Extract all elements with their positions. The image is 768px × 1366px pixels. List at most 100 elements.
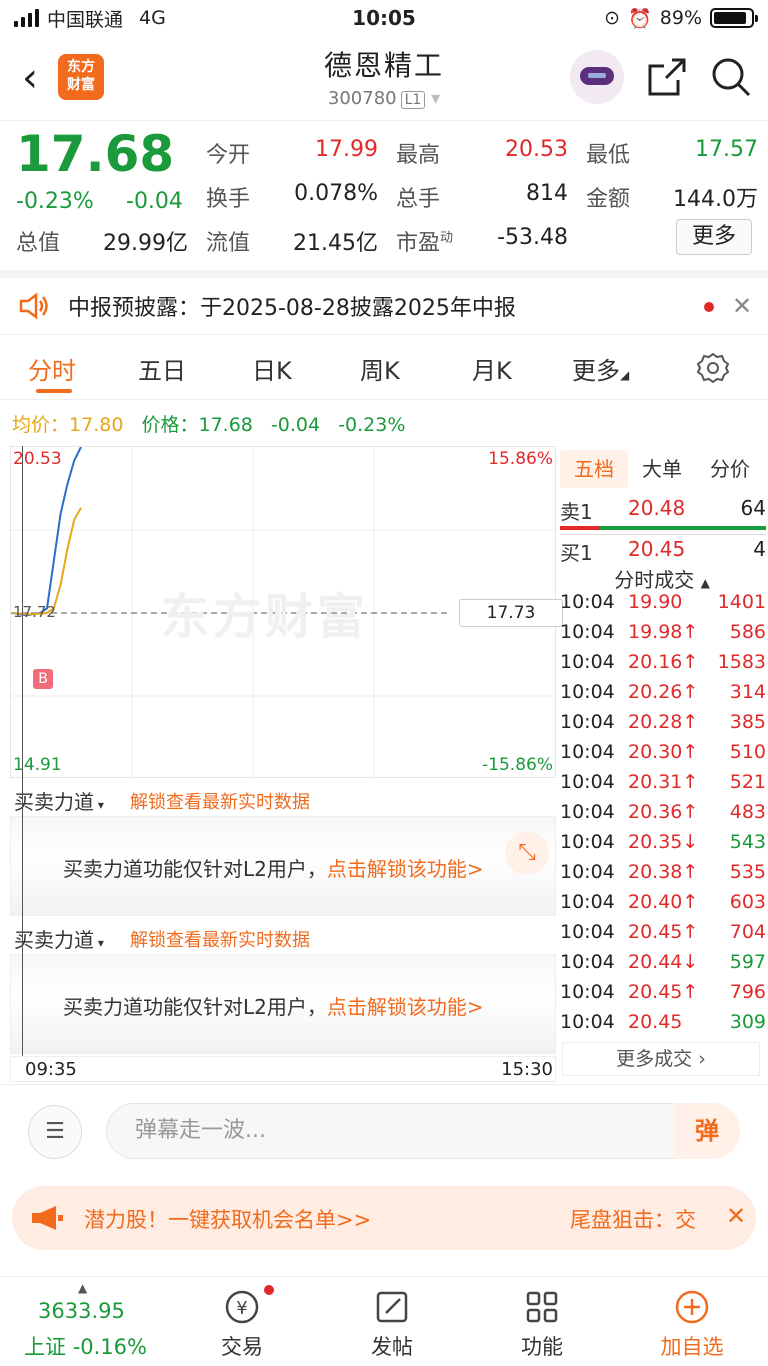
trade-row: 10:04 20.45↑ 796 (560, 981, 766, 1011)
power-panel-2: 买卖力道功能仅针对L2用户，点击解锁该功能> (10, 954, 556, 1054)
trade-volume: 385 (729, 711, 766, 733)
turnover-label: 换手 (206, 187, 251, 212)
unread-dot (704, 302, 714, 312)
time-axis: 09:35 15:30 (10, 1056, 556, 1082)
trade-time: 10:04 (560, 741, 615, 763)
total-value: 29.99亿 (103, 231, 188, 256)
trade-row: 10:04 20.30↑ 510 (560, 741, 766, 771)
pe-value: -53.48 (497, 225, 568, 250)
tab-price-dist[interactable]: 分价 (696, 450, 764, 488)
unlock-link[interactable]: 解锁查看最新实时数据 (130, 788, 310, 814)
index-up-arrow: ▲ (78, 1281, 88, 1295)
high-label: 最高 (396, 143, 441, 168)
tab-monthly-k[interactable]: 月K (472, 351, 512, 386)
trades-header[interactable]: 分时成交 ▲ (556, 564, 768, 593)
panel-tabs: 五档 大单 分价 (560, 450, 764, 488)
chart-period-tabs: 分时 五日 日K 周K 月K 更多◢ (0, 334, 768, 400)
pe-label: 市盈动 (396, 230, 454, 256)
trade-volume: 535 (729, 861, 766, 883)
volume-label: 总手 (396, 187, 441, 212)
trade-price: 20.45↑ (628, 921, 699, 943)
power-panel: 买卖力道功能仅针对L2用户，点击解锁该功能> ⤡ (10, 816, 556, 916)
assistant-robot-icon[interactable] (570, 50, 624, 104)
buy-marker[interactable]: B (33, 669, 53, 689)
cur-chg: -0.04 (270, 414, 321, 436)
trade-price: 20.16↑ (628, 651, 699, 673)
tab-five-day[interactable]: 五日 (138, 351, 186, 386)
avg-price: 17.80 (69, 414, 124, 436)
last-price: 17.68 (16, 125, 175, 183)
trade-volume: 603 (729, 891, 766, 913)
unlock-link-2[interactable]: 解锁查看最新实时数据 (130, 926, 310, 952)
trade-price: 20.26↑ (628, 681, 699, 703)
trade-row: 10:04 20.45↑ 704 (560, 921, 766, 951)
trade-row: 10:04 20.28↑ 385 (560, 711, 766, 741)
nav-post[interactable]: 发帖 (342, 1287, 442, 1361)
quote-panel: 17.68 -0.23% -0.04 总值 29.99亿 今开 17.99 最高… (0, 120, 768, 268)
watermark: 东方财富 (161, 589, 370, 645)
chevron-down-icon: ▾ (431, 88, 441, 109)
trade-volume: 1583 (717, 651, 766, 673)
trade-time: 10:04 (560, 771, 615, 793)
report-notice[interactable]: 中报预披露：于2025-08-28披露2025年中报 ✕ (0, 270, 768, 334)
trade-price: 20.44↓ (628, 951, 699, 973)
tab-five-levels[interactable]: 五档 (560, 450, 628, 488)
trade-price: 20.36↑ (628, 801, 699, 823)
unlock-feature-link[interactable]: 点击解锁该功能> (327, 857, 484, 881)
unlock-feature-link-2[interactable]: 点击解锁该功能> (327, 995, 484, 1019)
nav-add-watchlist[interactable]: 加自选 (642, 1287, 742, 1361)
promo-banner[interactable]: 潜力股！一键获取机会名单>> 尾盘狙击：交 ✕ (12, 1186, 756, 1250)
trade-volume: 1401 (717, 591, 766, 613)
stock-header: ‹ 东方 财富 德恩精工 300780 L1 ▾ (0, 36, 768, 118)
power-label[interactable]: 买卖力道 ▾ (14, 786, 104, 815)
search-icon[interactable] (710, 56, 752, 98)
share-icon[interactable] (646, 56, 688, 98)
trade-volume: 510 (729, 741, 766, 763)
tab-more[interactable]: 更多◢ (572, 351, 629, 386)
active-tab-indicator (36, 389, 72, 393)
bottom-nav: ▲ 3633.95 上证 -0.16% ¥ 交易 发帖 功能 加自选 (0, 1276, 768, 1366)
tab-big-orders[interactable]: 大单 (628, 450, 696, 488)
tab-intraday[interactable]: 分时 (28, 351, 76, 386)
danmaku-send-button[interactable]: 弹 (674, 1103, 740, 1159)
trade-volume: 597 (729, 951, 766, 973)
y-high-pct: 15.86% (488, 449, 553, 469)
tab-daily-k[interactable]: 日K (252, 351, 292, 386)
trade-price: 20.45↑ (628, 981, 699, 1003)
avg-price-line (12, 507, 82, 616)
trade-volume: 796 (729, 981, 766, 1003)
float-value-label: 流值 (206, 231, 251, 256)
danmaku-input[interactable]: 弹幕走一波... (106, 1103, 740, 1159)
settings-gear-icon[interactable] (696, 351, 730, 385)
trade-row: 10:04 20.36↑ 483 (560, 801, 766, 831)
power-label-2[interactable]: 买卖力道 ▾ (14, 924, 104, 953)
battery-icon (710, 8, 758, 28)
intraday-chart[interactable]: 东方财富 20.53 15.86% 14.91 -15.86% 17.72 17… (10, 446, 563, 779)
promo-close-icon[interactable]: ✕ (726, 1202, 746, 1230)
more-quote-button[interactable]: 更多 (676, 219, 752, 255)
level-badge: L1 (400, 91, 426, 109)
trade-price: 19.98↑ (628, 621, 699, 643)
ref-price-label: 17.72 (13, 603, 56, 621)
expand-icon[interactable]: ⤡ (505, 831, 549, 875)
promo-text-2: 尾盘狙击：交 (570, 1208, 696, 1232)
nav-functions[interactable]: 功能 (492, 1287, 592, 1361)
trade-volume: 704 (729, 921, 766, 943)
start-time: 09:35 (25, 1059, 77, 1080)
crosshair-line (22, 446, 23, 1056)
more-trades-button[interactable]: 更多成交 › (562, 1042, 760, 1076)
power-message: 买卖力道功能仅针对L2用户，点击解锁该功能> (63, 857, 484, 881)
megaphone-icon (32, 1206, 63, 1230)
nav-trade[interactable]: ¥ 交易 (192, 1287, 292, 1361)
comment-list-icon[interactable]: ☰ (28, 1105, 82, 1159)
total-value-label: 总值 (16, 231, 61, 256)
trade-row: 10:04 20.16↑ 1583 (560, 651, 766, 681)
clock: 10:05 (352, 6, 416, 30)
close-icon[interactable]: ✕ (732, 292, 752, 320)
index-name[interactable]: 上证 -0.16% (24, 1331, 147, 1361)
index-value[interactable]: 3633.95 (38, 1299, 125, 1323)
trade-row: 10:04 19.98↑ 586 (560, 621, 766, 651)
trade-time: 10:04 (560, 891, 615, 913)
y-low-pct: -15.86% (482, 755, 553, 775)
tab-weekly-k[interactable]: 周K (360, 351, 400, 386)
